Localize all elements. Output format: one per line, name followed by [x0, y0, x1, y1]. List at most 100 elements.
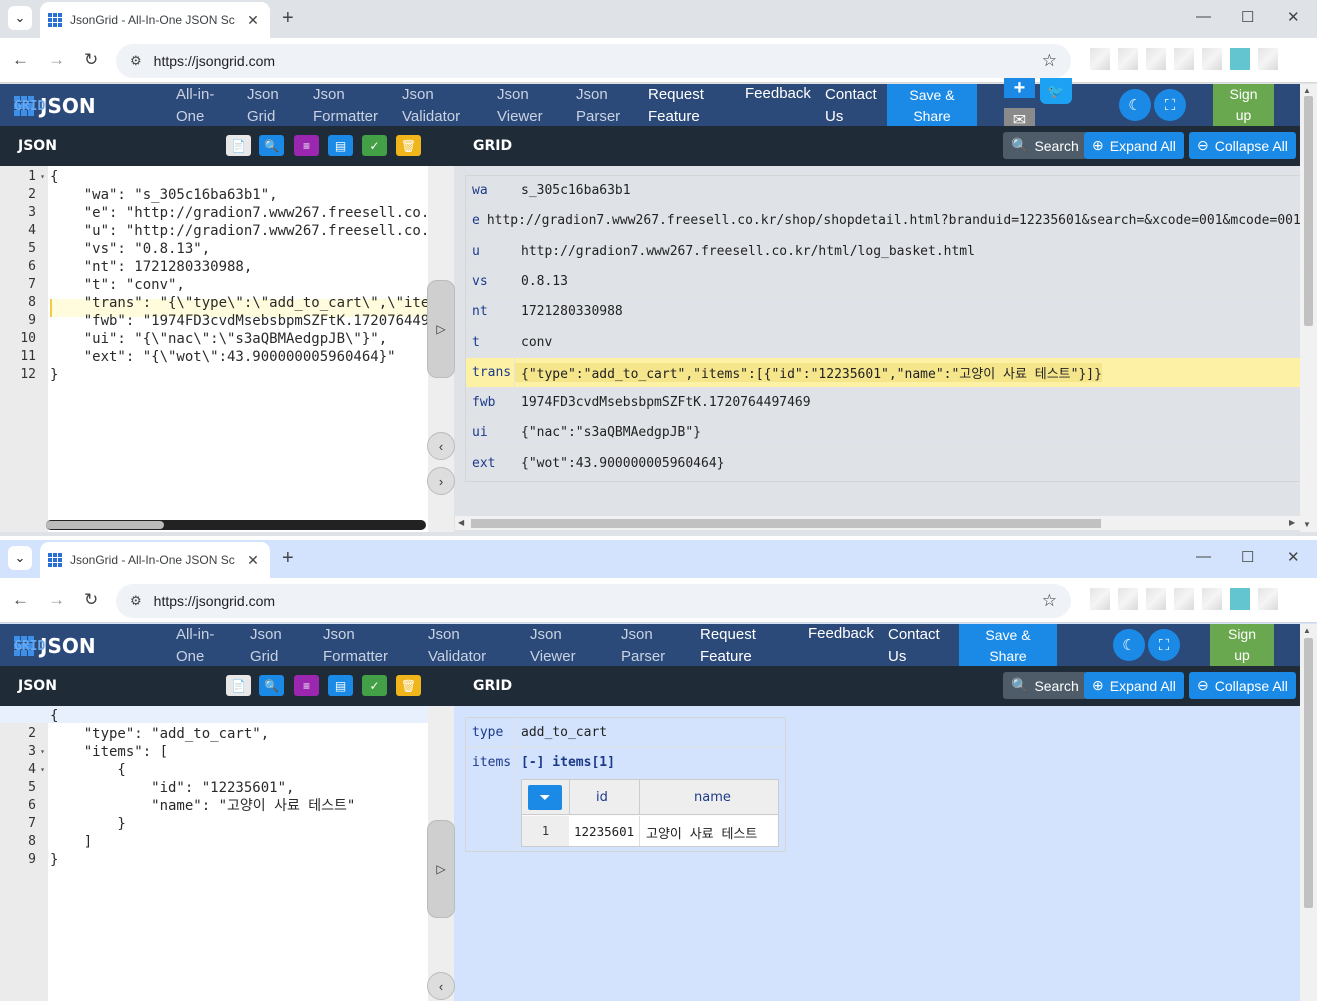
- grid-row[interactable]: u http://gradion7.www267.freesell.co.kr/h…: [466, 236, 1300, 267]
- url-bar[interactable]: ⚙ https://jsongrid.com ☆: [116, 584, 1071, 618]
- grid-hscroll-thumb[interactable]: [471, 519, 1101, 528]
- sub-table-row[interactable]: 1 12235601 고양이 사료 테스트: [522, 816, 778, 846]
- grid-row[interactable]: wa s_305c16ba63b1: [466, 176, 1300, 206]
- dark-mode-icon[interactable]: ☾: [1119, 89, 1151, 121]
- grid-search-button[interactable]: 🔍 Search: [1003, 672, 1087, 699]
- maximize-icon[interactable]: ☐: [1241, 8, 1254, 26]
- app-logo[interactable]: JSON GRID: [14, 634, 96, 658]
- editor-hscroll-thumb[interactable]: [46, 521, 164, 529]
- search-json-icon[interactable]: 🔍: [259, 675, 284, 696]
- nav-link-2[interactable]: Json Formatter: [313, 84, 378, 128]
- toggle-panel-button[interactable]: ▷: [427, 820, 455, 918]
- scroll-up-icon[interactable]: ▲: [1303, 626, 1311, 635]
- minimize-icon[interactable]: —: [1196, 8, 1211, 25]
- nav-link-8[interactable]: Contact Us: [825, 84, 877, 128]
- plus-icon[interactable]: +: [282, 7, 294, 30]
- expand-all-button[interactable]: ⊕ Expand All: [1084, 672, 1184, 699]
- fold-arrow-icon[interactable]: ▾: [40, 168, 45, 186]
- reload-icon[interactable]: ↻: [84, 590, 98, 610]
- items-toggle[interactable]: [-] items[1]: [521, 755, 615, 770]
- grid-row[interactable]: type add_to_cart: [466, 718, 785, 748]
- browser-tab[interactable]: JsonGrid - All-In-One JSON Sc ✕: [40, 2, 270, 38]
- collapse-right-button[interactable]: ›: [427, 467, 455, 495]
- nav-link-4[interactable]: Json Viewer: [497, 84, 543, 128]
- close-window-icon[interactable]: ✕: [1287, 8, 1300, 26]
- grid-row[interactable]: fwb 1974FD3cvdMsebsbpmSZFtK.1720764497469: [466, 388, 1300, 419]
- new-file-icon[interactable]: 📄: [226, 135, 251, 156]
- scroll-right-icon[interactable]: ▶: [1289, 518, 1295, 527]
- sub-header-name[interactable]: name: [694, 790, 731, 805]
- nav-link-5[interactable]: Json Parser: [576, 84, 620, 128]
- page-vscrollbar[interactable]: ▲: [1300, 624, 1317, 1001]
- grid-row[interactable]: t conv: [466, 327, 1300, 358]
- grid-row[interactable]: ui {"nac":"s3aQBMAedgpJB"}: [466, 418, 1300, 449]
- maximize-icon[interactable]: ☐: [1241, 548, 1254, 566]
- grid-search-button[interactable]: 🔍 Search: [1003, 132, 1087, 159]
- nav-link-8[interactable]: Contact Us: [888, 624, 940, 668]
- format-icon[interactable]: ≡: [294, 135, 319, 156]
- page-vscrollbar[interactable]: ▲ ▼: [1300, 84, 1317, 532]
- search-json-icon[interactable]: 🔍: [259, 135, 284, 156]
- minimize-icon[interactable]: —: [1196, 548, 1211, 565]
- app-logo[interactable]: JSON GRID: [14, 94, 96, 118]
- nav-link-3[interactable]: Json Validator: [402, 84, 460, 128]
- fullscreen-icon[interactable]: ⛶: [1148, 629, 1180, 661]
- new-file-icon[interactable]: 📄: [226, 675, 251, 696]
- page-vscroll-thumb[interactable]: [1304, 96, 1313, 326]
- grid-row[interactable]: e http://gradion7.www267.freesell.co.kr/s…: [466, 206, 1300, 237]
- expand-all-button[interactable]: ⊕ Expand All: [1084, 132, 1184, 159]
- plus-share-icon[interactable]: +: [1004, 77, 1035, 99]
- editor-hscrollbar[interactable]: [46, 520, 426, 530]
- nav-link-2[interactable]: Json Formatter: [323, 624, 388, 668]
- dark-mode-icon[interactable]: ☾: [1113, 629, 1145, 661]
- star-icon[interactable]: ☆: [1042, 591, 1057, 611]
- collapse-all-button[interactable]: ⊖ Collapse All: [1189, 672, 1296, 699]
- grid-row[interactable]: nt 1721280330988: [466, 297, 1300, 328]
- format-icon[interactable]: ≡: [294, 675, 319, 696]
- sign-up-button[interactable]: Sign up: [1213, 84, 1274, 132]
- browser-tab[interactable]: JsonGrid - All-In-One JSON Sc ✕: [40, 542, 270, 578]
- chevron-down-icon[interactable]: ⌄: [8, 6, 32, 30]
- back-icon[interactable]: ←: [12, 590, 29, 610]
- url-bar[interactable]: ⚙ https://jsongrid.com ☆: [116, 44, 1071, 78]
- scroll-up-icon[interactable]: ▲: [1303, 86, 1311, 95]
- grid-row[interactable]: items [-] items[1] ⏷ id name 1 12235601 고양이 사료 …: [466, 748, 785, 851]
- tune-icon[interactable]: ⚙: [130, 593, 142, 609]
- forward-icon[interactable]: →: [48, 50, 65, 70]
- nav-link-5[interactable]: Json Parser: [621, 624, 665, 668]
- sign-up-button[interactable]: Sign up: [1210, 624, 1274, 672]
- delete-icon[interactable]: 🗑: [396, 135, 421, 156]
- filter-icon[interactable]: ⏷: [528, 785, 562, 810]
- close-icon[interactable]: ✕: [244, 552, 262, 569]
- tune-icon[interactable]: ⚙: [130, 53, 142, 69]
- sub-header-id[interactable]: id: [596, 790, 608, 805]
- plus-icon[interactable]: +: [282, 547, 294, 570]
- nav-link-3[interactable]: Json Validator: [428, 624, 486, 668]
- fold-arrow-icon[interactable]: ▾: [40, 743, 45, 761]
- delete-icon[interactable]: 🗑: [396, 675, 421, 696]
- scroll-down-icon[interactable]: ▼: [1303, 520, 1311, 529]
- collapse-left-button[interactable]: ‹: [427, 972, 455, 1000]
- nav-link-0[interactable]: All-in- One: [176, 84, 214, 128]
- nav-link-0[interactable]: All-in- One: [176, 624, 214, 668]
- nav-link-1[interactable]: Json Grid: [250, 624, 282, 668]
- json-editor[interactable]: 1▾23▾4▾56789{ "type": "add_to_cart", "it…: [0, 706, 428, 1001]
- fullscreen-icon[interactable]: ⛶: [1154, 89, 1186, 121]
- grid-row[interactable]: vs 0.8.13: [466, 266, 1300, 297]
- nav-link-1[interactable]: Json Grid: [247, 84, 279, 128]
- nav-link-7[interactable]: Feedback: [808, 623, 874, 645]
- page-vscroll-thumb[interactable]: [1304, 638, 1313, 908]
- grid-row[interactable]: trans {"type":"add_to_cart","items":[{"id…: [466, 357, 1300, 388]
- table-view-icon[interactable]: ▤: [328, 675, 353, 696]
- toggle-panel-button[interactable]: ▷: [427, 280, 455, 378]
- validate-icon[interactable]: ✓: [362, 135, 387, 156]
- twitter-icon[interactable]: 🐦: [1040, 78, 1072, 104]
- fold-arrow-icon[interactable]: ▾: [40, 761, 45, 779]
- table-view-icon[interactable]: ▤: [328, 135, 353, 156]
- grid-row[interactable]: ext {"wot":43.900000005960464}: [466, 448, 1300, 479]
- validate-icon[interactable]: ✓: [362, 675, 387, 696]
- back-icon[interactable]: ←: [12, 50, 29, 70]
- forward-icon[interactable]: →: [48, 590, 65, 610]
- reload-icon[interactable]: ↻: [84, 50, 98, 70]
- close-window-icon[interactable]: ✕: [1287, 548, 1300, 566]
